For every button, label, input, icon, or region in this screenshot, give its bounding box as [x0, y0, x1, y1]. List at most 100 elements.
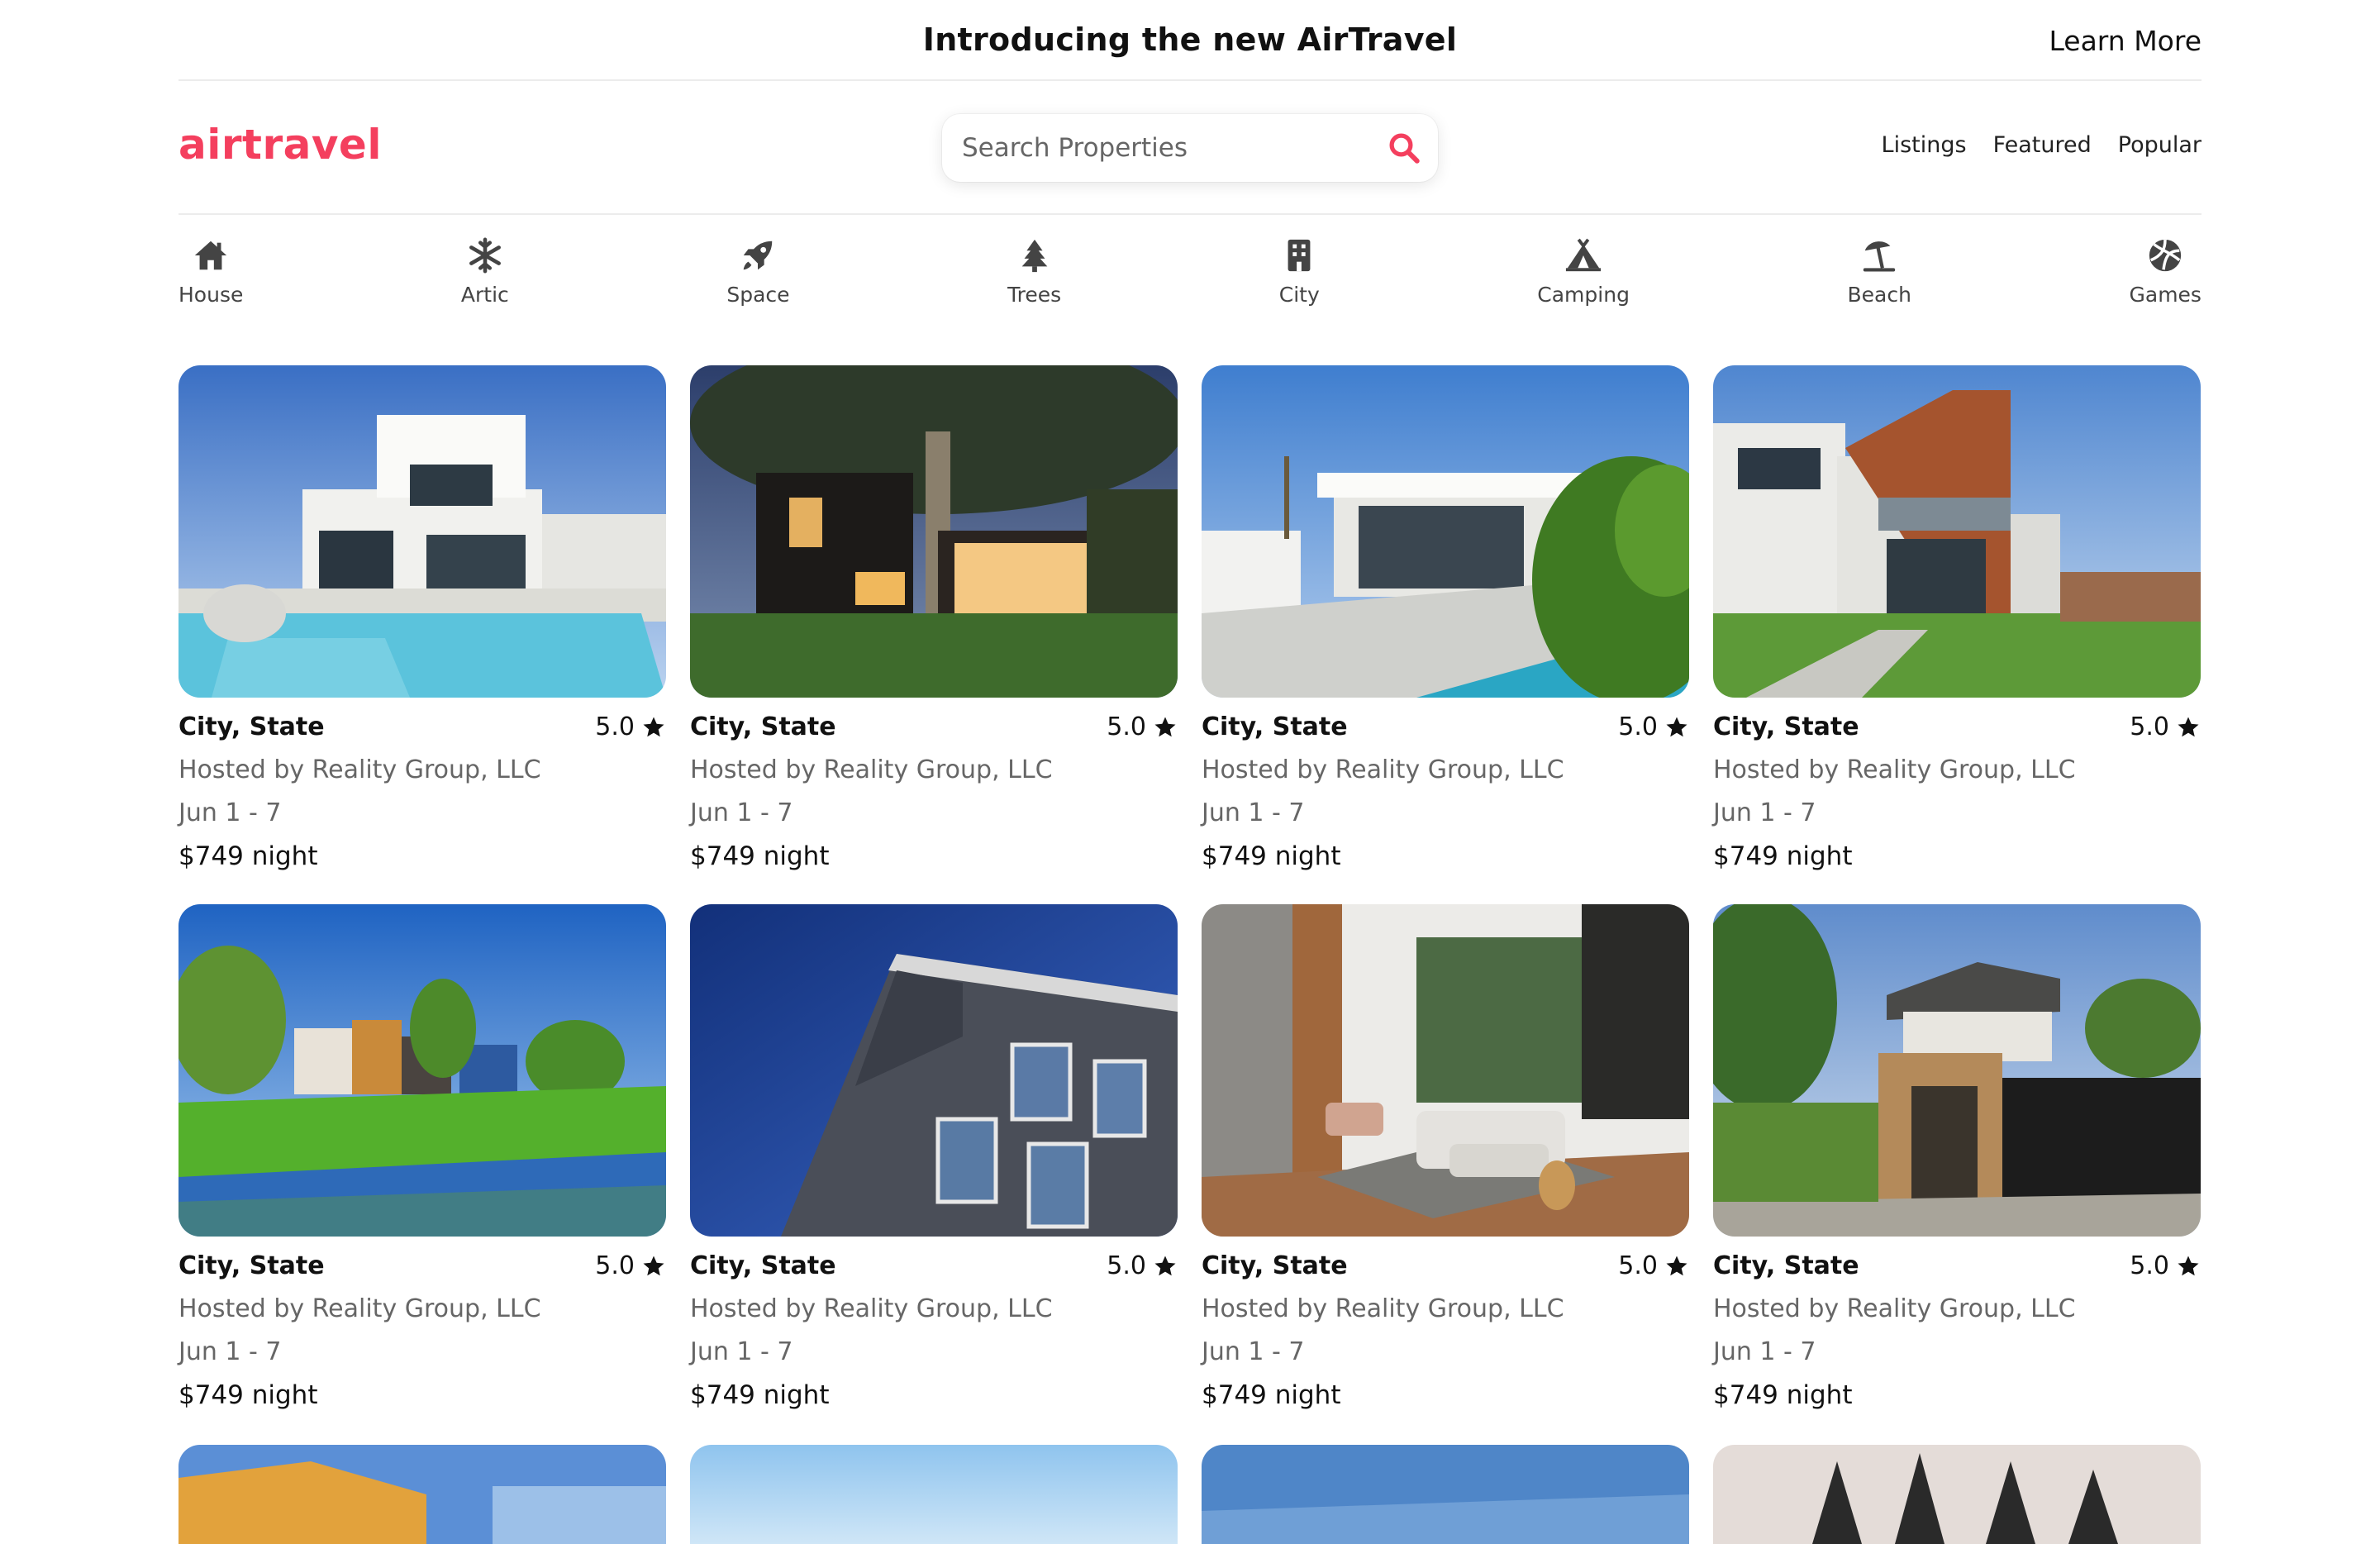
- logo[interactable]: airtravel: [178, 121, 382, 169]
- listing-price: $749 night: [178, 1380, 318, 1410]
- nav-popular[interactable]: Popular: [2118, 132, 2202, 158]
- listing-info: City, State 5.0 Hosted by Reality Group,…: [690, 1237, 1178, 1410]
- category-label: Space: [726, 283, 790, 307]
- listing-photo[interactable]: [1713, 904, 2201, 1237]
- listing-photo[interactable]: [178, 904, 666, 1237]
- category-games[interactable]: Games: [2130, 236, 2202, 319]
- listing-dates: Jun 1 - 7: [1202, 1337, 1305, 1366]
- rating-value: 5.0: [2130, 1251, 2169, 1280]
- listing-host: Hosted by Reality Group, LLC: [178, 755, 541, 784]
- search-icon[interactable]: [1387, 131, 1421, 165]
- category-bar: House Artic Space Trees City Camping Bea…: [178, 236, 2202, 319]
- listing-location: City, State: [1202, 1251, 1348, 1280]
- listing-price: $749 night: [1713, 841, 1853, 871]
- search-bar: [942, 114, 1438, 182]
- category-label: Artic: [460, 283, 509, 307]
- listing-photo[interactable]: [690, 365, 1178, 698]
- category-artic[interactable]: Artic: [461, 236, 509, 319]
- rating-value: 5.0: [595, 1251, 635, 1280]
- rating-value: 5.0: [1618, 712, 1658, 741]
- listing-location: City, State: [1202, 712, 1348, 741]
- star-icon: [1154, 1256, 1176, 1275]
- listing-host: Hosted by Reality Group, LLC: [1713, 755, 2076, 784]
- listing-card[interactable]: City, State 5.0 Hosted by Reality Group,…: [178, 904, 666, 1410]
- listing-rating: 5.0: [1107, 1251, 1178, 1280]
- star-icon: [643, 1256, 664, 1275]
- rating-value: 5.0: [1107, 712, 1146, 741]
- category-label: Trees: [1007, 283, 1062, 307]
- category-label: Games: [2129, 283, 2202, 307]
- listings-grid-next-row: [178, 1445, 2202, 1544]
- rating-value: 5.0: [1618, 1251, 1658, 1280]
- category-city[interactable]: City: [1279, 236, 1320, 319]
- category-label: House: [178, 283, 244, 307]
- listing-dates: Jun 1 - 7: [690, 798, 793, 827]
- listing-rating: 5.0: [1618, 712, 1689, 741]
- listing-photo[interactable]: [1202, 1445, 1689, 1544]
- listing-info: City, State 5.0 Hosted by Reality Group,…: [178, 698, 666, 871]
- star-icon: [1666, 1256, 1687, 1275]
- listing-location: City, State: [690, 712, 836, 741]
- nav-listings[interactable]: Listings: [1882, 132, 1967, 158]
- category-beach[interactable]: Beach: [1848, 236, 1911, 319]
- listing-location: City, State: [178, 1251, 325, 1280]
- listing-host: Hosted by Reality Group, LLC: [690, 755, 1053, 784]
- category-label: Camping: [1537, 283, 1630, 307]
- listing-photo[interactable]: [690, 1445, 1178, 1544]
- listing-price: $749 night: [1713, 1380, 1853, 1410]
- listing-photo[interactable]: [1202, 365, 1689, 698]
- listing-location: City, State: [1713, 712, 1859, 741]
- tree-icon: [1021, 239, 1047, 273]
- listing-photo[interactable]: [1202, 904, 1689, 1237]
- listing-photo[interactable]: [690, 904, 1178, 1237]
- listing-card[interactable]: City, State 5.0 Hosted by Reality Group,…: [690, 365, 1178, 871]
- listing-dates: Jun 1 - 7: [690, 1337, 793, 1366]
- category-camping[interactable]: Camping: [1537, 236, 1630, 319]
- listings-grid: City, State 5.0 Hosted by Reality Group,…: [178, 365, 2202, 1410]
- listing-card[interactable]: City, State 5.0 Hosted by Reality Group,…: [178, 365, 666, 871]
- category-house[interactable]: House: [178, 236, 243, 319]
- listing-dates: Jun 1 - 7: [1202, 798, 1305, 827]
- star-icon: [643, 717, 664, 736]
- listing-host: Hosted by Reality Group, LLC: [1202, 1294, 1564, 1323]
- building-icon: [1288, 239, 1311, 272]
- listing-photo[interactable]: [178, 365, 666, 698]
- category-label: City: [1278, 283, 1320, 307]
- listing-price: $749 night: [1202, 1380, 1341, 1410]
- house-icon: [195, 241, 227, 270]
- listing-host: Hosted by Reality Group, LLC: [690, 1294, 1053, 1323]
- listing-photo[interactable]: [178, 1445, 666, 1544]
- listing-price: $749 night: [690, 841, 830, 871]
- rocket-icon: [744, 241, 773, 270]
- learn-more-link[interactable]: Learn More: [2049, 25, 2202, 57]
- listing-location: City, State: [1713, 1251, 1859, 1280]
- listing-location: City, State: [690, 1251, 836, 1280]
- listing-card[interactable]: City, State 5.0 Hosted by Reality Group,…: [1202, 365, 1689, 871]
- listing-photo[interactable]: [1713, 1445, 2201, 1544]
- listing-rating: 5.0: [2130, 712, 2201, 741]
- star-icon: [1154, 717, 1176, 736]
- listing-price: $749 night: [690, 1380, 830, 1410]
- listing-card[interactable]: City, State 5.0 Hosted by Reality Group,…: [1713, 904, 2201, 1410]
- site-header: airtravel Listings Featured Popular: [178, 83, 2202, 215]
- snowflake-icon: [469, 237, 501, 274]
- listing-dates: Jun 1 - 7: [178, 798, 282, 827]
- listing-photo[interactable]: [1713, 365, 2201, 698]
- listing-rating: 5.0: [2130, 1251, 2201, 1280]
- search-input[interactable]: [962, 129, 1359, 167]
- tent-icon: [1566, 238, 1602, 272]
- listing-card[interactable]: City, State 5.0 Hosted by Reality Group,…: [1713, 365, 2201, 871]
- listing-rating: 5.0: [1618, 1251, 1689, 1280]
- listing-info: City, State 5.0 Hosted by Reality Group,…: [1713, 1237, 2201, 1410]
- nav-featured[interactable]: Featured: [1993, 132, 2092, 158]
- category-trees[interactable]: Trees: [1007, 236, 1061, 319]
- listing-host: Hosted by Reality Group, LLC: [1202, 755, 1564, 784]
- umbrella-beach-icon: [1864, 241, 1896, 272]
- listing-location: City, State: [178, 712, 325, 741]
- listing-card[interactable]: City, State 5.0 Hosted by Reality Group,…: [1202, 904, 1689, 1410]
- announcement-bar: Introducing the new AirTravel Learn More: [178, 0, 2202, 81]
- category-space[interactable]: Space: [726, 236, 790, 319]
- listing-dates: Jun 1 - 7: [178, 1337, 282, 1366]
- listing-card[interactable]: City, State 5.0 Hosted by Reality Group,…: [690, 904, 1178, 1410]
- listing-rating: 5.0: [595, 712, 666, 741]
